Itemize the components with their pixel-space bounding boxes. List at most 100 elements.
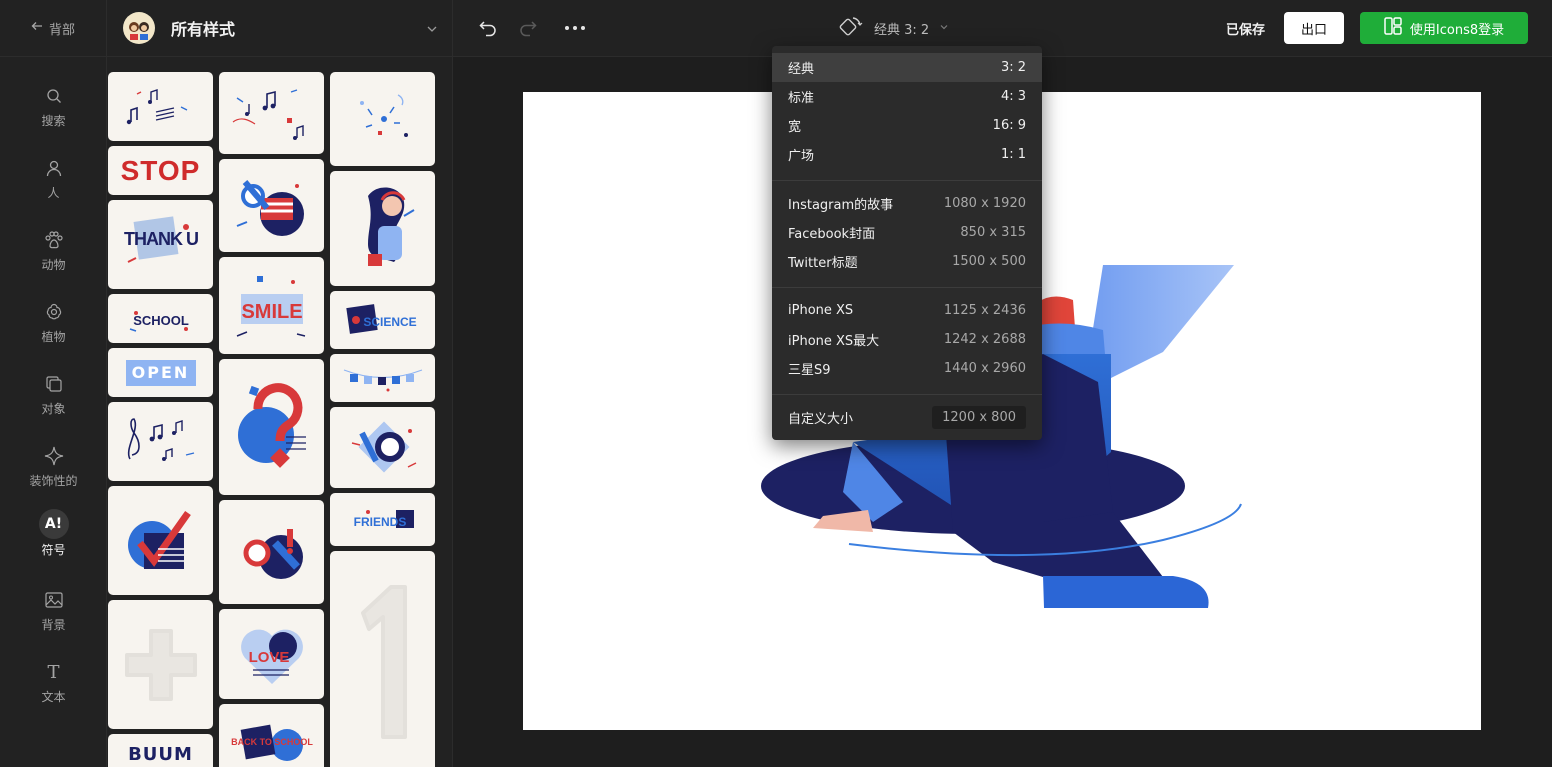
login-button[interactable]: 使用Icons8登录 bbox=[1360, 12, 1528, 44]
back-button[interactable]: 背部 bbox=[0, 0, 107, 56]
dropdown-divider bbox=[772, 394, 1042, 395]
ratio-option-classic[interactable]: 经典 3: 2 bbox=[772, 53, 1042, 82]
nav-item-plants[interactable]: 植物 bbox=[0, 300, 107, 360]
nav-item-backgrounds[interactable]: 背景 bbox=[0, 588, 107, 648]
ratio-option-wide[interactable]: 宽 16: 9 bbox=[772, 111, 1042, 140]
sticker-girl-headphones[interactable] bbox=[330, 171, 435, 286]
flower-icon bbox=[42, 300, 66, 324]
size-option-name: 三星S9 bbox=[788, 363, 831, 378]
arrow-left-icon bbox=[31, 20, 43, 36]
ratio-option-value: 3: 2 bbox=[1000, 60, 1026, 75]
object-icon bbox=[42, 372, 66, 396]
sticker-school[interactable]: SCHOOL bbox=[108, 294, 213, 343]
ratio-option-value: 1: 1 bbox=[1000, 147, 1026, 162]
size-option-value: 1125 x 2436 bbox=[943, 303, 1026, 318]
sticker-open-text: OPEN bbox=[131, 363, 190, 382]
dropdown-divider bbox=[772, 180, 1042, 181]
sticker-ok[interactable]: OK bbox=[219, 500, 324, 604]
ratio-option-standard[interactable]: 标准 4: 3 bbox=[772, 82, 1042, 111]
sticker-smile[interactable]: SMILE bbox=[219, 257, 324, 354]
size-option-value: 1500 x 500 bbox=[952, 254, 1026, 269]
symbol-icon: A! bbox=[38, 509, 69, 539]
style-avatar-icon bbox=[123, 12, 155, 44]
figure-shoe bbox=[1043, 576, 1209, 608]
nav-label: 符号 bbox=[41, 543, 66, 557]
nav-item-animals[interactable]: 动物 bbox=[0, 228, 107, 288]
sticker-thank-u[interactable]: THANK U bbox=[108, 200, 213, 289]
sticker-music-confetti[interactable] bbox=[219, 72, 324, 154]
ratio-option-square[interactable]: 广场 1: 1 bbox=[772, 140, 1042, 169]
sticker-open[interactable]: OPEN bbox=[108, 348, 213, 397]
size-option-name: iPhone XS bbox=[788, 303, 854, 318]
nav-item-people[interactable]: 人 bbox=[0, 156, 107, 216]
size-option-name: iPhone XS最大 bbox=[788, 334, 880, 349]
sticker-back-to-school[interactable]: BACK TO SCHOOL bbox=[219, 704, 324, 767]
person-icon bbox=[42, 156, 66, 180]
sticker-treble-notes[interactable] bbox=[108, 402, 213, 481]
sticker-open-bg: OPEN bbox=[125, 359, 196, 386]
dropdown-divider bbox=[772, 287, 1042, 288]
login-label: 使用Icons8登录 bbox=[1409, 22, 1505, 38]
size-option-value: 1242 x 2688 bbox=[943, 332, 1026, 347]
size-option-name: Twitter标题 bbox=[788, 256, 858, 271]
size-option-name: 自定义大小 bbox=[788, 412, 854, 427]
rotate-icon bbox=[838, 15, 864, 41]
size-option-twitter-header[interactable]: Twitter标题 1500 x 500 bbox=[772, 247, 1042, 276]
nav-label: 动物 bbox=[41, 258, 66, 272]
chevron-down-icon bbox=[939, 21, 949, 36]
back-label: 背部 bbox=[48, 22, 75, 38]
style-title: 所有样式 bbox=[171, 20, 236, 39]
sticker-friends[interactable]: FRIENDS bbox=[330, 493, 435, 546]
nav-item-text[interactable]: T 文本 bbox=[0, 660, 107, 720]
sticker-school-text: SCHOOL bbox=[133, 313, 189, 328]
sticker-checkmark[interactable] bbox=[108, 486, 213, 595]
undo-icon[interactable] bbox=[476, 16, 500, 40]
size-option-samsung-s9[interactable]: 三星S9 1440 x 2960 bbox=[772, 354, 1042, 383]
sticker-bunting[interactable] bbox=[330, 354, 435, 402]
category-nav: 搜索 人 动物 植物 对象 装饰性的 A! 符号 背景 T 文本 bbox=[0, 57, 107, 767]
size-option-iphone-xs[interactable]: iPhone XS 1125 x 2436 bbox=[772, 296, 1042, 325]
nav-item-symbols[interactable]: A! 符号 bbox=[0, 509, 107, 572]
sticker-plus[interactable] bbox=[108, 600, 213, 729]
ratio-selector[interactable]: 经典 3: 2 bbox=[838, 14, 949, 42]
redo-icon[interactable] bbox=[516, 16, 540, 40]
sticker-grid: STOP THANK U SCHOOL OPEN BUUM SMILE OK L… bbox=[107, 57, 453, 767]
nav-item-decorative[interactable]: 装饰性的 bbox=[0, 444, 107, 504]
sticker-question[interactable] bbox=[219, 359, 324, 495]
nav-item-objects[interactable]: 对象 bbox=[0, 372, 107, 432]
sticker-friends-text: FRIENDS bbox=[353, 515, 406, 529]
sticker-stop[interactable]: STOP bbox=[108, 146, 213, 195]
sticker-no[interactable] bbox=[330, 407, 435, 488]
nav-label: 植物 bbox=[41, 330, 66, 344]
sticker-confetti-cluster[interactable] bbox=[330, 72, 435, 166]
size-option-facebook-cover[interactable]: Facebook封面 850 x 315 bbox=[772, 218, 1042, 247]
size-option-custom[interactable]: 自定义大小 1200 x 800 bbox=[772, 403, 1042, 432]
size-option-instagram-story[interactable]: Instagram的故事 1080 x 1920 bbox=[772, 189, 1042, 218]
nav-item-search[interactable]: 搜索 bbox=[0, 84, 107, 144]
more-icon[interactable] bbox=[563, 16, 587, 40]
sparkle-icon bbox=[42, 444, 66, 468]
nav-label: 装饰性的 bbox=[29, 474, 78, 488]
custom-size-input[interactable]: 1200 x 800 bbox=[932, 406, 1026, 429]
nav-label: 文本 bbox=[41, 690, 66, 704]
icons8-logo-icon bbox=[1384, 17, 1402, 39]
sticker-music-notes[interactable] bbox=[108, 72, 213, 141]
sticker-love[interactable]: LOVE bbox=[219, 609, 324, 699]
sticker-science-text: SCIENCE bbox=[363, 315, 416, 329]
size-option-iphone-xs-max[interactable]: iPhone XS最大 1242 x 2688 bbox=[772, 325, 1042, 354]
sticker-smile-text: SMILE bbox=[241, 301, 302, 323]
sticker-number-one[interactable] bbox=[330, 551, 435, 767]
export-button[interactable]: 出口 bbox=[1284, 12, 1344, 44]
sticker-love-text: LOVE bbox=[248, 649, 289, 666]
sticker-science[interactable]: SCIENCE bbox=[330, 291, 435, 349]
style-selector[interactable]: 所有样式 bbox=[107, 0, 453, 56]
size-option-value: 850 x 315 bbox=[960, 225, 1026, 240]
sticker-buum[interactable]: BUUM bbox=[108, 734, 213, 767]
ratio-option-name: 广场 bbox=[788, 149, 815, 164]
ratio-option-name: 宽 bbox=[788, 120, 802, 135]
nav-label: 背景 bbox=[41, 618, 66, 632]
size-option-name: Instagram的故事 bbox=[788, 198, 894, 213]
nav-label: 人 bbox=[47, 186, 60, 200]
sticker-yes[interactable] bbox=[219, 159, 324, 252]
nav-label: 搜索 bbox=[41, 114, 66, 128]
